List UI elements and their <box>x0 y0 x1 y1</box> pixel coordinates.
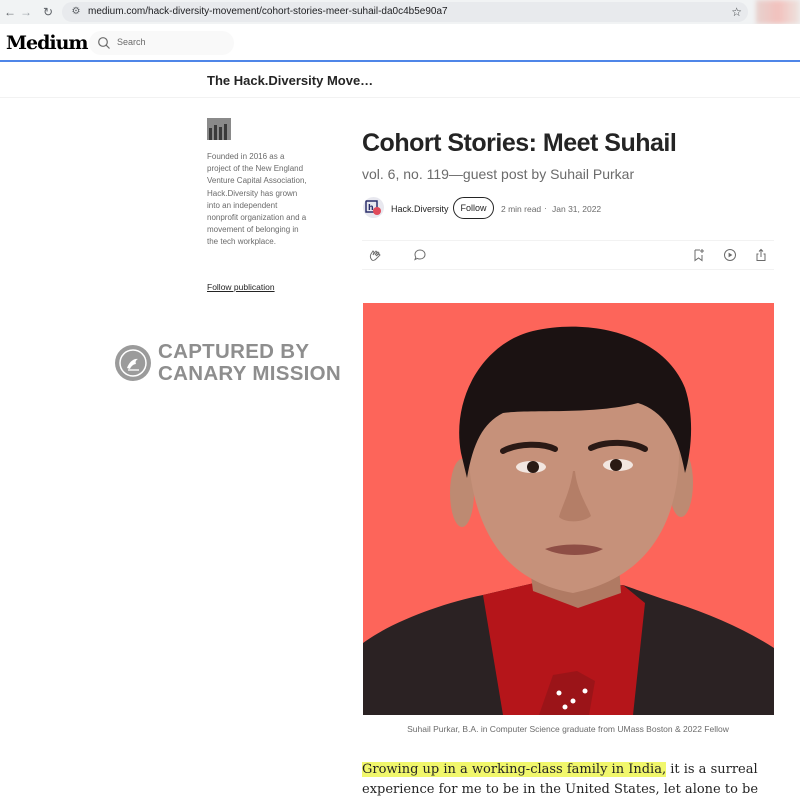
forward-icon[interactable]: → <box>18 4 34 20</box>
play-icon[interactable] <box>723 248 737 262</box>
article-paragraph: Growing up in a working-class family in … <box>362 760 777 800</box>
publication-bar: The Hack.Diversity Move… <box>0 64 800 98</box>
image-caption: Suhail Purkar, B.A. in Computer Science … <box>407 724 729 734</box>
hack-diversity-logo-icon: h <box>365 200 381 215</box>
back-icon[interactable]: ← <box>2 4 18 20</box>
bookmark-add-icon[interactable] <box>692 248 706 262</box>
canary-mission-logo <box>115 345 151 381</box>
address-bar[interactable]: ⚙ medium.com/hack-diversity-movement/coh… <box>62 2 748 22</box>
bird-icon <box>119 349 147 377</box>
publication-avatar[interactable] <box>207 118 231 140</box>
profile-avatar[interactable] <box>756 0 800 24</box>
author-name[interactable]: Hack.Diversity <box>391 204 449 214</box>
author-avatar[interactable]: h <box>363 197 384 218</box>
watermark-line-2: CANARY MISSION <box>158 362 342 385</box>
article-hero-image <box>363 303 774 715</box>
search-icon <box>98 37 110 49</box>
medium-logo[interactable]: Medium <box>6 32 89 54</box>
watermark-line-1: CAPTURED BY <box>158 340 310 363</box>
portrait-illustration <box>363 326 774 715</box>
publish-date: Jan 31, 2022 <box>552 204 602 214</box>
share-icon[interactable] <box>754 248 768 262</box>
watermark-text: CAPTURED BY CANARY MISSION <box>158 341 341 385</box>
browser-toolbar: ← → ↻ ⚙ medium.com/hack-diversity-moveme… <box>0 0 800 24</box>
article-title: Cohort Stories: Meet Suhail <box>362 129 677 157</box>
reload-icon[interactable]: ↻ <box>40 4 56 20</box>
follow-button[interactable]: Follow <box>453 197 494 219</box>
publication-description: Founded in 2016 as a project of the New … <box>207 152 307 247</box>
search-placeholder: Search <box>117 37 146 47</box>
publication-name[interactable]: The Hack.Diversity Move… <box>207 73 373 88</box>
search-input[interactable]: Search <box>89 31 234 55</box>
comment-icon[interactable] <box>413 248 427 262</box>
star-icon[interactable]: ☆ <box>731 4 742 20</box>
highlighted-text[interactable]: Growing up in a working-class family in … <box>362 762 667 777</box>
article-subtitle: vol. 6, no. 119—guest post by Suhail Pur… <box>362 166 635 182</box>
clap-icon[interactable] <box>368 248 382 262</box>
url-text[interactable]: medium.com/hack-diversity-movement/cohor… <box>88 5 448 19</box>
meta-separator: · <box>544 203 547 213</box>
article-action-bar <box>362 240 774 270</box>
site-info-icon[interactable]: ⚙ <box>69 5 83 19</box>
follow-publication-link[interactable]: Follow publication <box>207 282 275 292</box>
read-time: 2 min read <box>501 204 542 214</box>
site-header: Medium Search <box>0 24 800 62</box>
